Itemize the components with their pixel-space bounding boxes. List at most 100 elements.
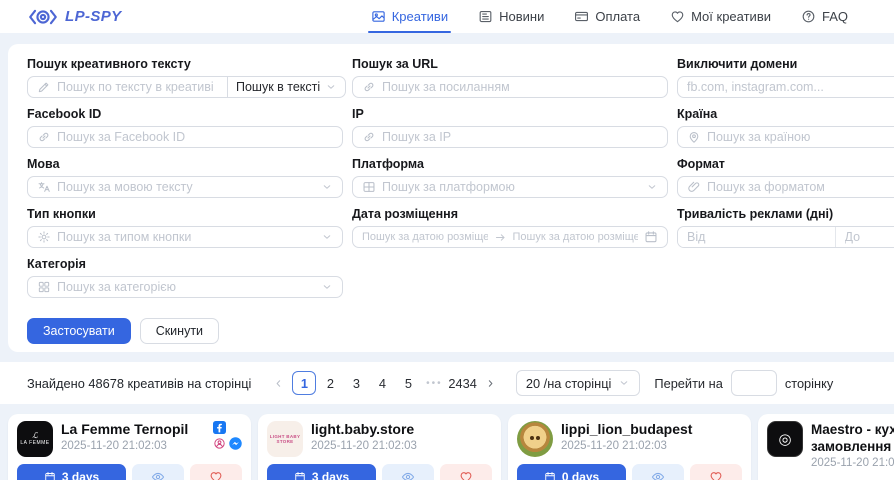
days-active-button[interactable]: 0 days — [517, 464, 626, 480]
credit-card-icon — [574, 9, 589, 24]
creative-card[interactable]: ℒ LA FEMME La Femme Ternopil 2025-11-20 … — [8, 414, 251, 480]
page-size-select[interactable]: 20 /на сторінці — [516, 370, 641, 396]
placement-date-to-input[interactable] — [513, 231, 639, 243]
next-page-button[interactable] — [479, 371, 503, 395]
favorite-button[interactable] — [190, 464, 242, 480]
nav-item-faq[interactable]: FAQ — [801, 0, 848, 33]
favorite-button[interactable] — [690, 464, 742, 480]
link-icon — [37, 130, 51, 144]
creative-text-input[interactable] — [57, 80, 218, 94]
platform-select[interactable]: Пошук за платформою — [352, 176, 668, 198]
platform-label: Платформа — [352, 157, 668, 172]
page-button-1[interactable]: 1 — [292, 371, 316, 395]
page-size-value: 20 /на сторінці — [526, 376, 612, 391]
text-search-mode-select[interactable]: Пошук в тексті — [227, 76, 346, 98]
exclude-domains-label: Виключити домени — [677, 57, 894, 72]
advertiser-avatar: ℒ LA FEMME — [17, 421, 53, 457]
calendar-icon — [294, 471, 306, 480]
platform-icons — [213, 421, 242, 450]
placement-date-from-input[interactable] — [362, 231, 488, 243]
view-button[interactable] — [632, 464, 684, 480]
pencil-icon — [37, 80, 51, 94]
creative-card[interactable]: ◎ Maestro - кухні, меблі на замовлення в… — [758, 414, 894, 480]
view-button[interactable] — [382, 464, 434, 480]
page-button-3[interactable]: 3 — [344, 371, 368, 395]
ip-input[interactable] — [382, 130, 658, 144]
creative-text-input-wrap — [27, 76, 228, 98]
creative-card[interactable]: lippi_lion_budapest 2025-11-20 21:02:03 … — [508, 414, 751, 480]
gear-icon — [37, 230, 51, 244]
heart-icon — [670, 9, 685, 24]
location-pin-icon — [687, 130, 701, 144]
category-field: Категорія Пошук за категорією — [27, 257, 343, 298]
nav-item-news[interactable]: Новини — [478, 0, 544, 33]
heart-icon — [209, 470, 223, 480]
window-grid-icon — [362, 180, 376, 194]
text-search-mode-value: Пошук в тексті — [236, 80, 320, 94]
duration-label: Тривалість реклами (дні) — [677, 207, 894, 222]
duration-to-input[interactable] — [836, 227, 894, 247]
page-button-5[interactable]: 5 — [396, 371, 420, 395]
creative-date: 2025-11-20 21:02:03 — [311, 440, 458, 452]
format-field: Формат — [677, 157, 894, 198]
exclude-domains-input[interactable] — [687, 80, 894, 94]
language-select[interactable]: Пошук за мовою тексту — [27, 176, 343, 198]
nav-item-creatives[interactable]: Креативи — [371, 0, 448, 33]
advertiser-avatar: ◎ — [767, 421, 803, 457]
format-input[interactable] — [707, 180, 894, 194]
results-summary: Знайдено 48678 креативів на сторінці — [27, 376, 251, 391]
main-nav: Креативи Новини Оплата Мої креативи FAQ — [371, 0, 848, 33]
facebook-id-label: Facebook ID — [27, 107, 343, 122]
url-field: Пошук за URL — [352, 57, 668, 98]
calendar-icon — [644, 230, 658, 244]
ip-label: IP — [352, 107, 668, 122]
chevron-down-icon — [321, 281, 333, 293]
link-icon — [362, 130, 376, 144]
country-label: Країна — [677, 107, 894, 122]
brand-name: LP-SPY — [65, 8, 122, 25]
placement-date-range-picker[interactable] — [352, 226, 668, 248]
goto-page-input[interactable] — [731, 370, 777, 396]
translate-icon — [37, 180, 51, 194]
duration-from-input[interactable] — [678, 227, 835, 247]
prev-page-button[interactable] — [266, 371, 290, 395]
button-type-select[interactable]: Пошук за типом кнопки — [27, 226, 343, 248]
category-select[interactable]: Пошук за категорією — [27, 276, 343, 298]
advertiser-avatar: LIGHT BABY STORE — [267, 421, 303, 457]
instagram-icon — [466, 421, 492, 447]
ip-field: IP — [352, 107, 668, 148]
chevron-down-icon — [321, 181, 333, 193]
duration-field: Тривалість реклами (дні) — [677, 207, 894, 248]
creative-card[interactable]: LIGHT BABY STORE light.baby.store 2025-1… — [258, 414, 501, 480]
nav-item-payment[interactable]: Оплата — [574, 0, 640, 33]
filters-panel: Пошук креативного тексту Пошук в тексті … — [8, 44, 894, 352]
button-type-label: Тип кнопки — [27, 207, 343, 222]
advertiser-name: light.baby.store — [311, 421, 458, 438]
language-placeholder: Пошук за мовою тексту — [57, 180, 315, 194]
view-button[interactable] — [132, 464, 184, 480]
goto-page: Перейти на сторінку — [654, 370, 833, 396]
category-placeholder: Пошук за категорією — [57, 280, 315, 294]
chevron-right-icon — [485, 378, 496, 389]
calendar-icon — [544, 471, 556, 480]
page-button-last[interactable]: 2434 — [448, 371, 476, 395]
messenger-icon — [229, 437, 242, 450]
url-input[interactable] — [382, 80, 658, 94]
pagination-ellipsis[interactable]: ••• — [422, 371, 446, 395]
calendar-icon — [44, 471, 56, 480]
days-active-button[interactable]: 3 days — [17, 464, 126, 480]
nav-item-my-creatives[interactable]: Мої креативи — [670, 0, 771, 33]
eye-icon — [151, 470, 165, 480]
facebook-id-input[interactable] — [57, 130, 333, 144]
apply-button[interactable]: Застосувати — [27, 318, 131, 344]
button-type-placeholder: Пошук за типом кнопки — [57, 230, 315, 244]
instagram-icon — [229, 421, 242, 434]
favorite-button[interactable] — [440, 464, 492, 480]
days-active-button[interactable]: 3 days — [267, 464, 376, 480]
country-input[interactable] — [707, 130, 894, 144]
button-type-field: Тип кнопки Пошук за типом кнопки — [27, 207, 343, 248]
reset-button[interactable]: Скинути — [140, 318, 219, 344]
brand-logo[interactable]: LP-SPY — [28, 7, 122, 27]
page-button-2[interactable]: 2 — [318, 371, 342, 395]
page-button-4[interactable]: 4 — [370, 371, 394, 395]
